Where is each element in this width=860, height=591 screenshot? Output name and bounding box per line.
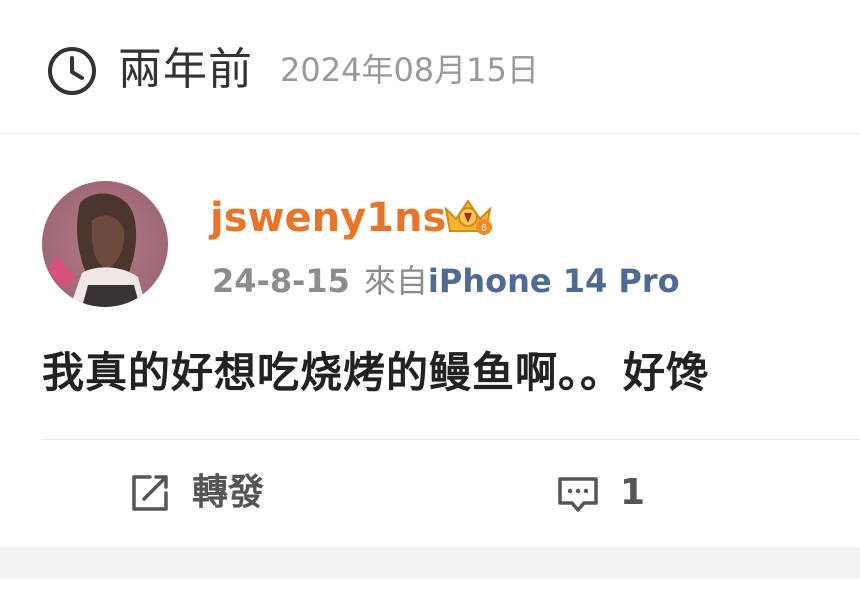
- crown-badge-icon: 6: [444, 199, 492, 235]
- footer-bar: [0, 547, 860, 579]
- memory-header: 兩年前 2024年08月15日: [0, 0, 860, 134]
- clock-icon: [48, 47, 96, 95]
- avatar[interactable]: [42, 181, 168, 307]
- post-date: 24-8-15: [212, 262, 350, 300]
- post-meta: 24-8-15 來自iPhone 14 Pro: [212, 259, 680, 303]
- memory-date: 2024年08月15日: [280, 51, 539, 89]
- from-label: 來自: [363, 262, 428, 300]
- avatar-image: [42, 181, 168, 307]
- divider: [42, 439, 860, 440]
- page-bottom: [0, 579, 860, 591]
- post-content: 我真的好想吃烧烤的鳗鱼啊。。好馋: [42, 348, 710, 397]
- repost-label: 轉發: [192, 472, 265, 513]
- share-icon: [132, 475, 168, 511]
- post-card: jsweny1ns 6 24-8-15 來自iPhone 14 Pro 我真的好想…: [0, 135, 860, 547]
- badge-level: 6: [481, 223, 487, 234]
- device-name[interactable]: iPhone 14 Pro: [428, 262, 680, 300]
- repost-button[interactable]: 轉發: [128, 465, 264, 521]
- comment-count: 1: [620, 472, 646, 513]
- relative-time-title: 兩年前: [118, 44, 253, 95]
- comment-icon: [558, 477, 598, 512]
- comment-button[interactable]: 1: [556, 465, 645, 521]
- username[interactable]: jsweny1ns: [210, 193, 446, 243]
